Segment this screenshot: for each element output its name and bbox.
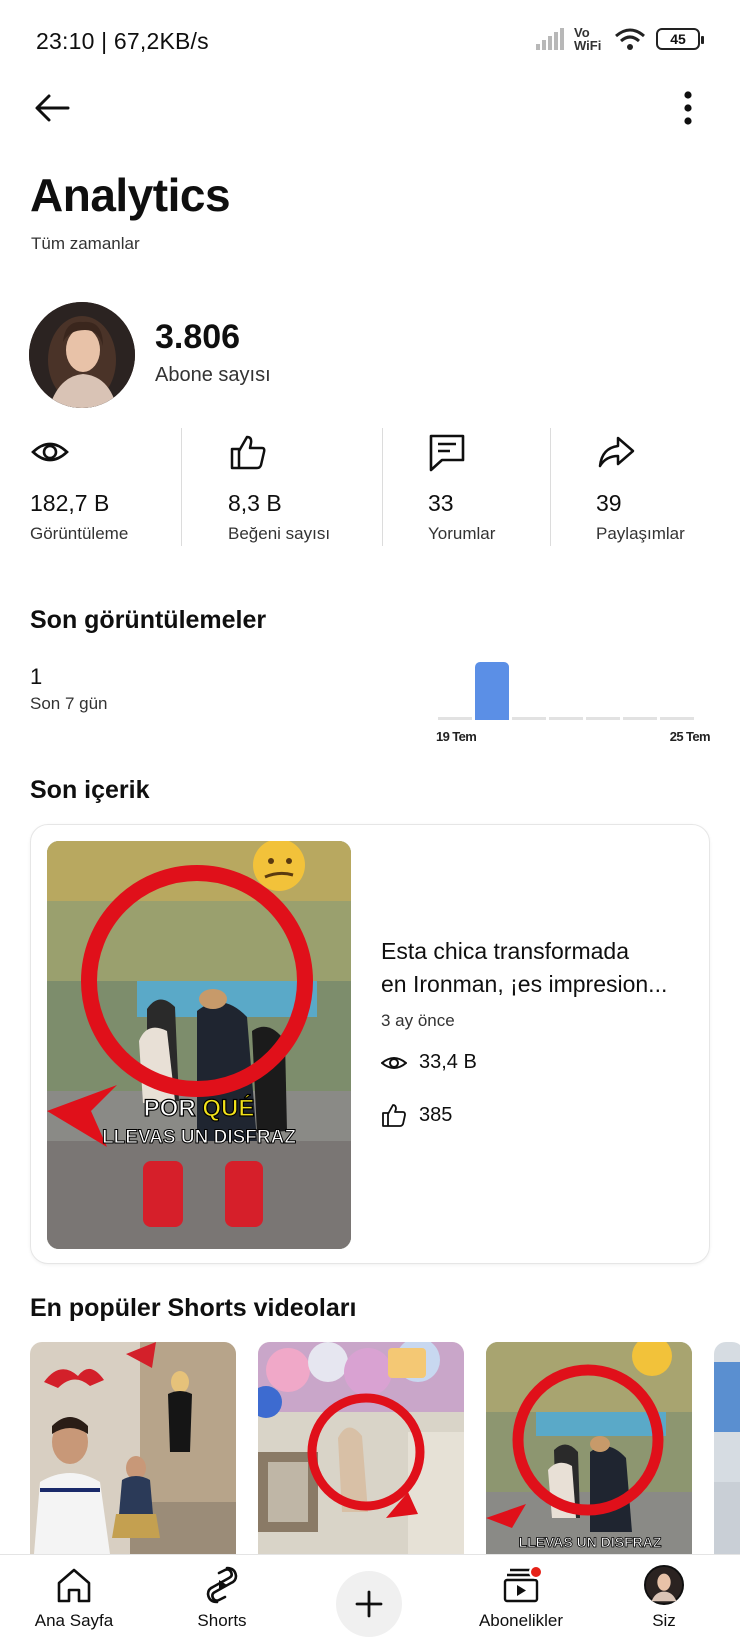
short-thumbnail[interactable] (30, 1342, 236, 1554)
chart-bar-fill (475, 662, 509, 720)
more-vertical-icon (684, 91, 692, 125)
page-subtitle: Tüm zamanlar (31, 234, 140, 253)
signal-icon (536, 28, 564, 50)
page-title: Analytics (30, 169, 231, 221)
battery-icon: 45 (656, 28, 704, 50)
video-title[interactable]: Esta chica transformada en Ironman, ¡es … (381, 935, 691, 1001)
notification-dot (529, 1565, 543, 1579)
shorts-icon (206, 1566, 238, 1604)
status-bar: 23:10 | 67,2KB/s Vo WiFi 45 (0, 0, 740, 80)
video-title-line: en Ironman, ¡es impresion... (381, 971, 668, 997)
top-bar (0, 80, 740, 140)
video-views-value: 33,4 B (419, 1051, 477, 1073)
stat-comments-label: Yorumlar (428, 524, 496, 543)
subscriber-label: Abone sayısı (155, 364, 271, 386)
popular-shorts-title: En popüler Shorts videoları (30, 1294, 357, 1322)
thumbnail-caption-word: QUÉ (202, 1094, 254, 1122)
arrow-left-icon (35, 94, 70, 122)
short-thumbnail[interactable]: LLEVAS UN DISFRAZ (486, 1342, 692, 1554)
stat-views-label: Görüntüleme (30, 524, 129, 543)
stat-shares-label: Paylaşımlar (596, 524, 685, 543)
profile-avatar (644, 1565, 684, 1605)
share-icon (598, 436, 635, 468)
video-title-line: Esta chica transformada (381, 938, 630, 964)
more-options-button[interactable] (676, 86, 700, 130)
stat-likes-label: Beğeni sayısı (228, 524, 331, 543)
nav-subscriptions-label: Abonelikler (478, 1611, 564, 1630)
eye-icon (381, 1056, 407, 1069)
nav-shorts-label: Shorts (197, 1611, 247, 1630)
video-published-time: 3 ay önce (381, 1011, 455, 1030)
recent-views-value: 1 (30, 664, 43, 689)
thumbs-up-icon (382, 1104, 406, 1127)
stat-divider (550, 428, 551, 546)
stat-views-value: 182,7 B (30, 490, 110, 516)
thumbs-up-icon (230, 435, 266, 470)
nav-home-label: Ana Sayfa (34, 1611, 114, 1630)
thumbnail-caption-word: POR (144, 1095, 203, 1122)
chart-tick-label: 25 Tem (669, 729, 711, 744)
nav-you[interactable]: Siz (620, 1555, 708, 1644)
comment-icon (429, 434, 465, 472)
bottom-navigation: Ana Sayfa Shorts Abonelikler Siz (0, 1554, 740, 1644)
video-likes: 385 (381, 1103, 452, 1127)
recent-content-title: Son içerik (30, 776, 150, 804)
stat-shares-value: 39 (596, 490, 622, 516)
chart-tick-label: 19 Tem (436, 729, 477, 744)
nav-home[interactable]: Ana Sayfa (28, 1555, 120, 1644)
chart-bar-baseline (586, 717, 620, 720)
recent-views-chart[interactable]: 19 Tem 25 Tem (436, 650, 711, 750)
nav-shorts[interactable]: Shorts (176, 1555, 268, 1644)
stat-divider (382, 428, 383, 546)
chart-bar-baseline (623, 717, 657, 720)
stat-divider (181, 428, 182, 546)
video-thumbnail[interactable]: POR QUÉ LLEVAS UN DISFRAZ (47, 841, 351, 1249)
stat-likes-value: 8,3 B (228, 490, 282, 516)
eye-icon (31, 442, 69, 462)
wifi-icon (615, 28, 645, 50)
subscriber-count: 3.806 (155, 318, 241, 356)
chart-bar-baseline (549, 717, 583, 720)
recent-views-period: Son 7 gün (30, 694, 108, 713)
svg-text:POR QUÉ: POR QUÉ (144, 1094, 255, 1122)
chart-bar-baseline (512, 717, 546, 720)
stat-comments-value: 33 (428, 490, 454, 516)
video-views: 33,4 B (381, 1051, 477, 1074)
nav-subscriptions[interactable]: Abonelikler (456, 1555, 586, 1644)
thumbnail-caption-line: LLEVAS UN DISFRAZ (102, 1127, 296, 1148)
popular-shorts-row: LLEVAS UN DISFRAZ (30, 1342, 740, 1554)
video-likes-value: 385 (419, 1103, 453, 1126)
home-icon (57, 1568, 91, 1603)
chart-bar-baseline (438, 717, 472, 720)
recent-content-card[interactable]: POR QUÉ LLEVAS UN DISFRAZ Esta chica tra… (30, 824, 710, 1264)
chart-bar-baseline (660, 717, 694, 720)
channel-avatar (29, 302, 135, 408)
short-thumbnail[interactable] (714, 1342, 740, 1554)
create-button[interactable] (336, 1571, 402, 1637)
short-thumbnail-caption: LLEVAS UN DISFRAZ (519, 1534, 662, 1550)
recent-views-title: Son görüntülemeler (30, 606, 267, 634)
short-thumbnail[interactable] (258, 1342, 464, 1554)
vowifi-label: Vo WiFi (574, 25, 602, 53)
nav-you-label: Siz (652, 1611, 676, 1630)
stats-row: 182,7 B Görüntüleme 8,3 B Beğeni sayısı … (0, 428, 740, 548)
plus-icon (355, 1590, 383, 1618)
status-time: 23:10 | 67,2KB/s (36, 28, 209, 54)
status-icons: Vo WiFi 45 (536, 25, 704, 53)
back-button[interactable] (30, 86, 74, 130)
